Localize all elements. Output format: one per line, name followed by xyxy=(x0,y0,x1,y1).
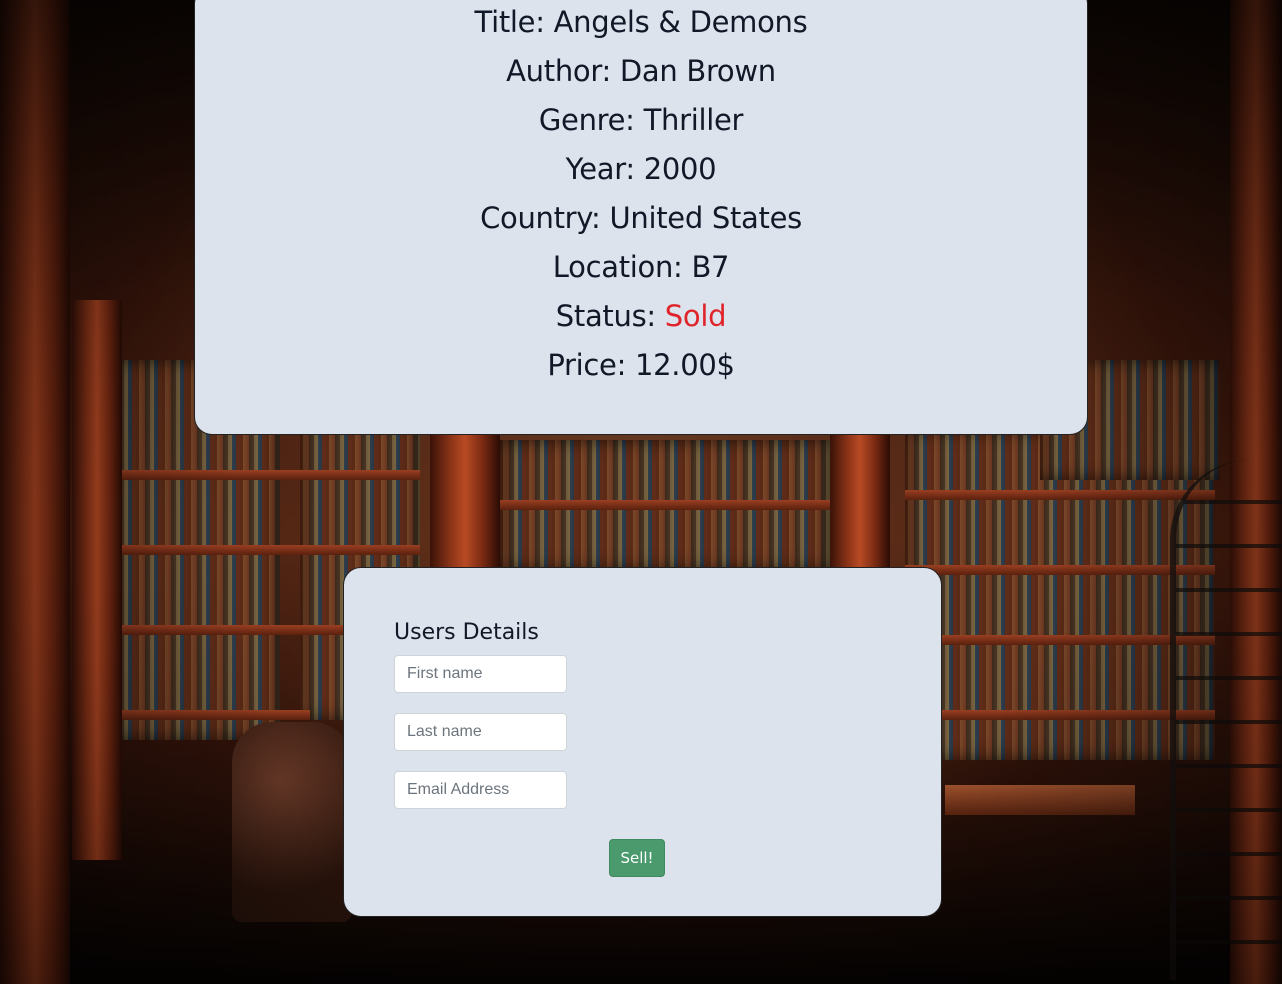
book-title-row: Title: Angels & Demons xyxy=(195,5,1087,39)
book-author-label: Author: xyxy=(506,54,611,88)
form-heading: Users Details xyxy=(394,620,539,645)
sell-button[interactable]: Sell! xyxy=(609,839,665,877)
book-details-card: Title: Angels & Demons Author: Dan Brown… xyxy=(194,0,1088,435)
book-genre-value: Thriller xyxy=(643,103,744,137)
first-name-input[interactable] xyxy=(394,655,567,693)
book-status-row: Status: Sold xyxy=(195,299,1087,333)
book-status-label: Status: xyxy=(555,299,656,333)
book-year-row: Year: 2000 xyxy=(195,152,1087,186)
book-genre-row: Genre: Thriller xyxy=(195,103,1087,137)
users-details-form: Users Details Sell! xyxy=(343,567,942,917)
book-genre-label: Genre: xyxy=(538,103,635,137)
book-price-value: 12.00$ xyxy=(634,348,735,382)
last-name-input[interactable] xyxy=(394,713,567,751)
book-country-value: United States xyxy=(609,201,802,235)
book-status-value: Sold xyxy=(664,299,727,333)
book-country-label: Country: xyxy=(480,201,601,235)
book-author-row: Author: Dan Brown xyxy=(195,54,1087,88)
book-location-row: Location: B7 xyxy=(195,250,1087,284)
book-location-label: Location: xyxy=(552,250,683,284)
book-year-value: 2000 xyxy=(643,152,717,186)
book-price-label: Price: xyxy=(547,348,627,382)
book-country-row: Country: United States xyxy=(195,201,1087,235)
book-price-row: Price: 12.00$ xyxy=(195,348,1087,382)
book-author-value: Dan Brown xyxy=(619,54,776,88)
book-title-label: Title: xyxy=(474,5,545,39)
book-location-value: B7 xyxy=(691,250,730,284)
book-year-label: Year: xyxy=(565,152,635,186)
book-title-value: Angels & Demons xyxy=(553,5,808,39)
email-input[interactable] xyxy=(394,771,567,809)
